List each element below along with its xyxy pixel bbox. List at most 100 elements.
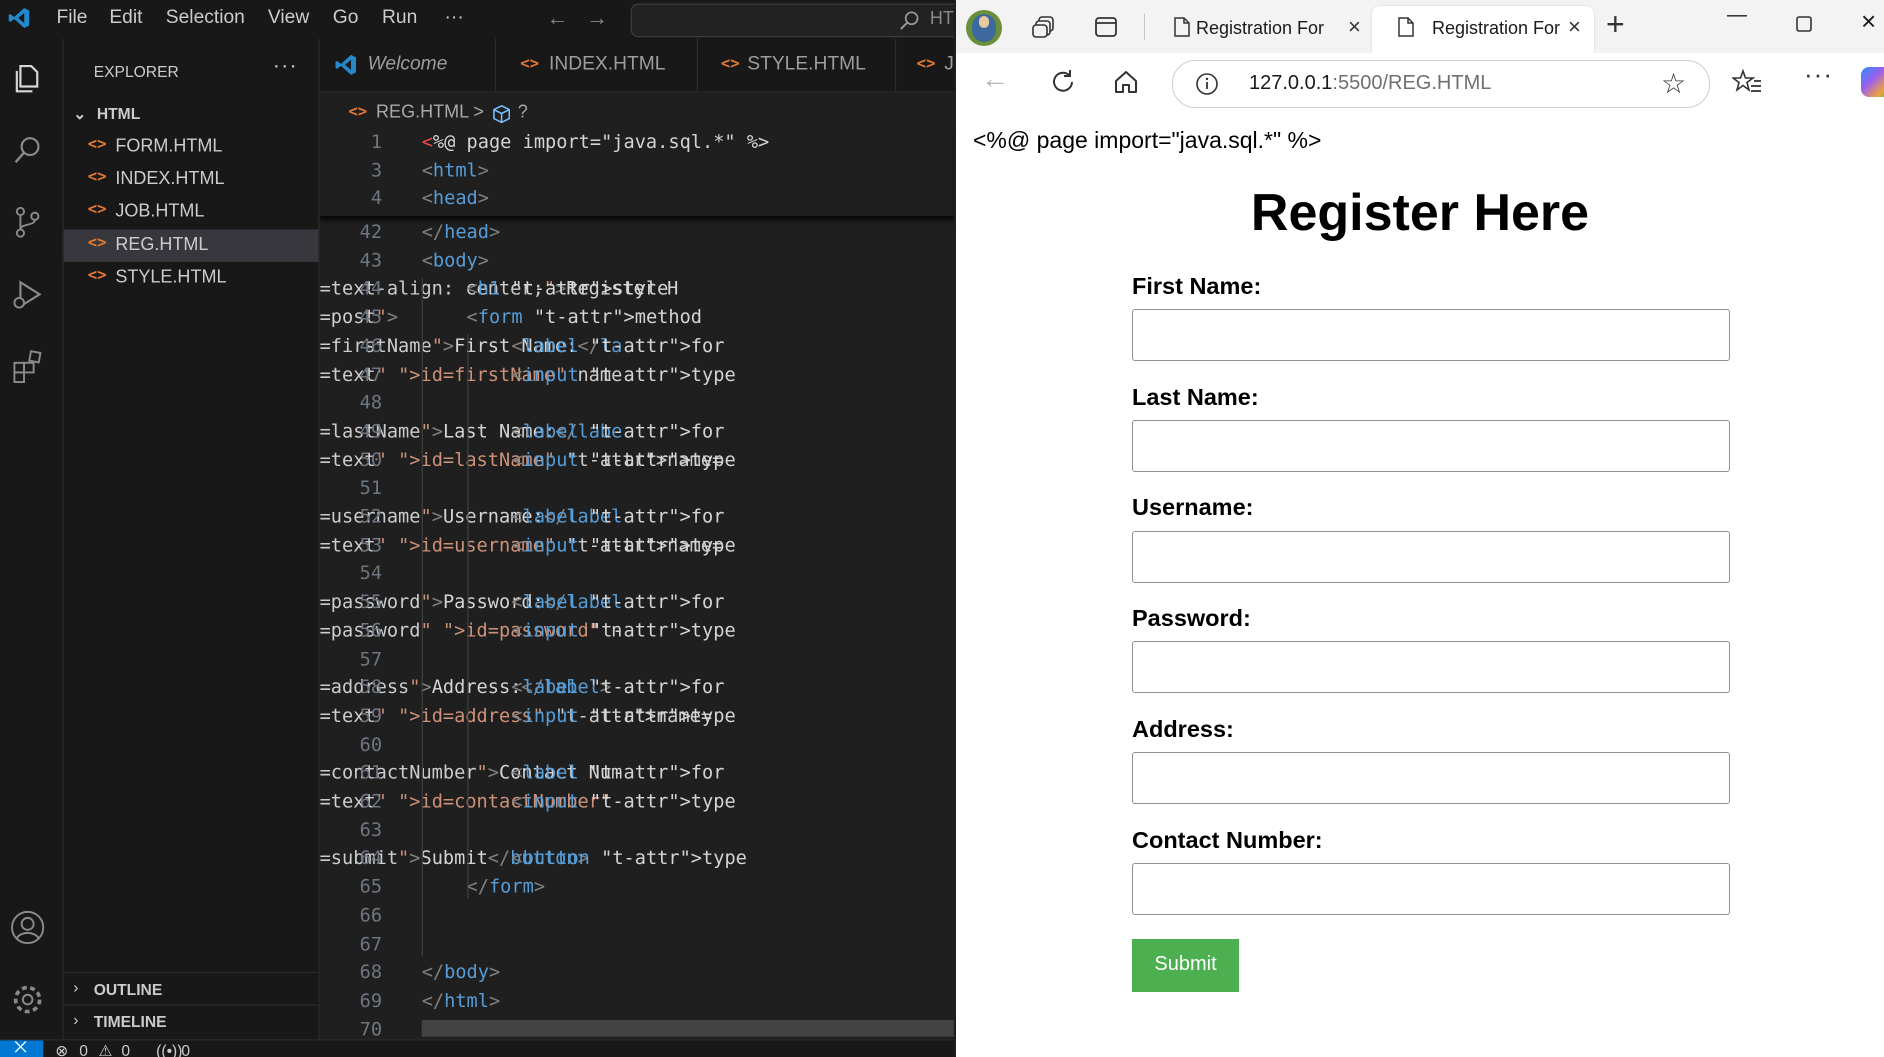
label-address[interactable]: Address: (1132, 716, 1234, 743)
vscode-logo-icon[interactable] (7, 6, 31, 30)
source-control-icon[interactable] (10, 204, 46, 240)
run-debug-icon[interactable] (10, 276, 46, 312)
horizontal-scrollbar[interactable] (421, 1019, 954, 1037)
favorite-star-icon[interactable]: ☆ (1661, 67, 1686, 100)
sticky-code-line[interactable]: 1 <%@ page import="java.sql.*" %> (320, 131, 954, 160)
username-input[interactable] (1132, 531, 1730, 583)
timeline-section[interactable]: › TIMELINE (63, 1004, 319, 1038)
code-line[interactable]: 68 </body> (320, 961, 954, 990)
ports-count[interactable]: 0 (181, 1042, 190, 1057)
first-name-input[interactable] (1132, 309, 1730, 361)
profile-avatar[interactable] (966, 10, 1002, 46)
close-icon[interactable]: × (1348, 14, 1361, 40)
remote-indicator[interactable]: ⨉ (0, 1038, 44, 1057)
settings-more-icon[interactable]: ··· (1804, 59, 1833, 90)
code-line[interactable]: 61 <label "t-attr">for =contactNumber">Co… (320, 762, 954, 791)
extensions-icon[interactable] (10, 348, 46, 384)
file-index-html[interactable]: <> INDEX.HTML (64, 163, 319, 195)
label-contact-number[interactable]: Contact Number: (1132, 827, 1323, 854)
code-line[interactable]: 57 (320, 648, 954, 677)
tab-index-html[interactable]: <> INDEX.HTML (496, 38, 699, 92)
sticky-code-line[interactable]: 4 <head> (320, 188, 954, 217)
copilot-icon[interactable] (1861, 67, 1884, 97)
code-line[interactable]: 58 <label "t-attr">for =address">Address:… (320, 677, 954, 706)
browser-tab-1[interactable]: Registration For × (1150, 6, 1372, 53)
close-icon[interactable]: × (1568, 14, 1581, 40)
menu-file[interactable]: File (56, 7, 87, 29)
tab-j[interactable]: <> J (896, 38, 954, 92)
new-tab-plus-icon[interactable]: + (1606, 6, 1625, 43)
menu-view[interactable]: View (268, 7, 309, 29)
folder-html[interactable]: ⌄ HTML (73, 105, 140, 124)
info-icon[interactable] (1195, 72, 1219, 96)
menu-selection[interactable]: Selection (166, 7, 245, 29)
code-line[interactable]: 43 <body> (320, 250, 954, 279)
error-count[interactable]: 0 (79, 1042, 88, 1057)
contact-number-input[interactable] (1132, 863, 1730, 915)
code-line[interactable]: 53 <input "t-attr">type =text" ">id=usern… (320, 534, 954, 563)
outline-section[interactable]: › OUTLINE (63, 971, 319, 1006)
tab-welcome[interactable]: Welcome (319, 38, 497, 92)
code-line[interactable]: 66 (320, 904, 954, 933)
browser-tab-2[interactable]: Registration For × (1372, 6, 1594, 53)
explorer-more-button[interactable]: ··· (273, 53, 298, 78)
refresh-icon[interactable] (1049, 68, 1077, 96)
label-password[interactable]: Password: (1132, 605, 1251, 632)
file-style-html[interactable]: <> STYLE.HTML (64, 262, 319, 294)
code-line[interactable]: 67 (320, 933, 954, 962)
explorer-files-icon[interactable] (10, 60, 46, 96)
menu-go[interactable]: Go (333, 7, 359, 29)
menu-more[interactable]: ··· (445, 7, 464, 29)
code-line[interactable]: 59 <input "t-attr">type =text" ">id=addre… (320, 705, 954, 734)
address-bar[interactable]: 127.0.0.1:5500/REG.HTML ☆ (1172, 60, 1710, 108)
code-line[interactable]: 49 <label "t-attr">for =lastName">Last Na… (320, 420, 954, 449)
code-line[interactable]: 69 </html> (320, 990, 954, 1019)
code-line[interactable]: 63 (320, 819, 954, 848)
code-line[interactable]: 56 <input "t-attr">type =password" ">id=p… (320, 620, 954, 649)
maximize-icon[interactable] (1796, 16, 1812, 32)
account-icon[interactable] (10, 909, 46, 945)
label-last-name[interactable]: Last Name: (1132, 384, 1259, 411)
code-line[interactable]: 65 </form> (320, 876, 954, 905)
minimize-icon[interactable]: — (1727, 4, 1747, 27)
address-input[interactable] (1132, 752, 1730, 804)
back-arrow-icon[interactable]: ← (547, 6, 569, 31)
code-line[interactable]: 51 (320, 477, 954, 506)
back-arrow-icon[interactable]: ← (981, 63, 1009, 95)
menu-run[interactable]: Run (382, 7, 417, 29)
code-line[interactable]: 52 <label "t-attr">for =username">Usernam… (320, 506, 954, 535)
file-job-html[interactable]: <> JOB.HTML (64, 196, 319, 228)
submit-button[interactable]: Submit (1132, 939, 1239, 992)
label-username[interactable]: Username: (1132, 494, 1253, 521)
code-line[interactable]: 47 <input "t-attr">type =text" ">id=first… (320, 363, 954, 392)
password-input[interactable] (1132, 641, 1730, 693)
code-line[interactable]: 60 (320, 734, 954, 763)
settings-gear-icon[interactable] (10, 982, 46, 1018)
tab-style-html[interactable]: <> STYLE.HTML (698, 38, 897, 92)
code-line[interactable]: 48 (320, 392, 954, 421)
code-line[interactable]: 64 <button "t-attr">type =submit">Submit<… (320, 847, 954, 876)
search-icon[interactable] (10, 132, 46, 168)
tab-actions-icon[interactable] (1094, 15, 1118, 39)
code-line[interactable]: 45 <form "t-attr">method =post"> (320, 306, 954, 335)
command-center-search[interactable]: HTI (630, 3, 954, 38)
menu-edit[interactable]: Edit (109, 7, 142, 29)
code-line[interactable]: 44 <h1 "t-attr">style =text-align: center… (320, 278, 954, 307)
code-line[interactable]: 50 <input "t-attr">type =text" ">id=lastN… (320, 449, 954, 478)
code-line[interactable]: 54 (320, 563, 954, 592)
forward-arrow-icon[interactable]: → (586, 6, 608, 31)
breadcrumb-file[interactable]: REG.HTML (376, 102, 469, 122)
label-first-name[interactable]: First Name: (1132, 273, 1261, 300)
code-line[interactable]: 62 <input "t-attr">type =text" ">id=conta… (320, 791, 954, 820)
breadcrumb-symbol[interactable]: ? (518, 102, 528, 122)
file-form-html[interactable]: <> FORM.HTML (64, 131, 319, 163)
workspaces-icon[interactable] (1032, 14, 1058, 40)
last-name-input[interactable] (1132, 420, 1730, 472)
window-close-icon[interactable]: × (1861, 6, 1876, 37)
code-editor[interactable]: 1 <%@ page import="java.sql.*" %> 3 <html> 4… (319, 128, 954, 1040)
code-line[interactable]: 42 </head> (320, 221, 954, 250)
home-icon[interactable] (1112, 68, 1140, 96)
file-reg-html[interactable]: <> REG.HTML (63, 229, 319, 262)
sticky-code-line[interactable]: 3 <html> (320, 159, 954, 188)
code-line[interactable]: 55 <label "t-attr">for =password">Passwor… (320, 591, 954, 620)
